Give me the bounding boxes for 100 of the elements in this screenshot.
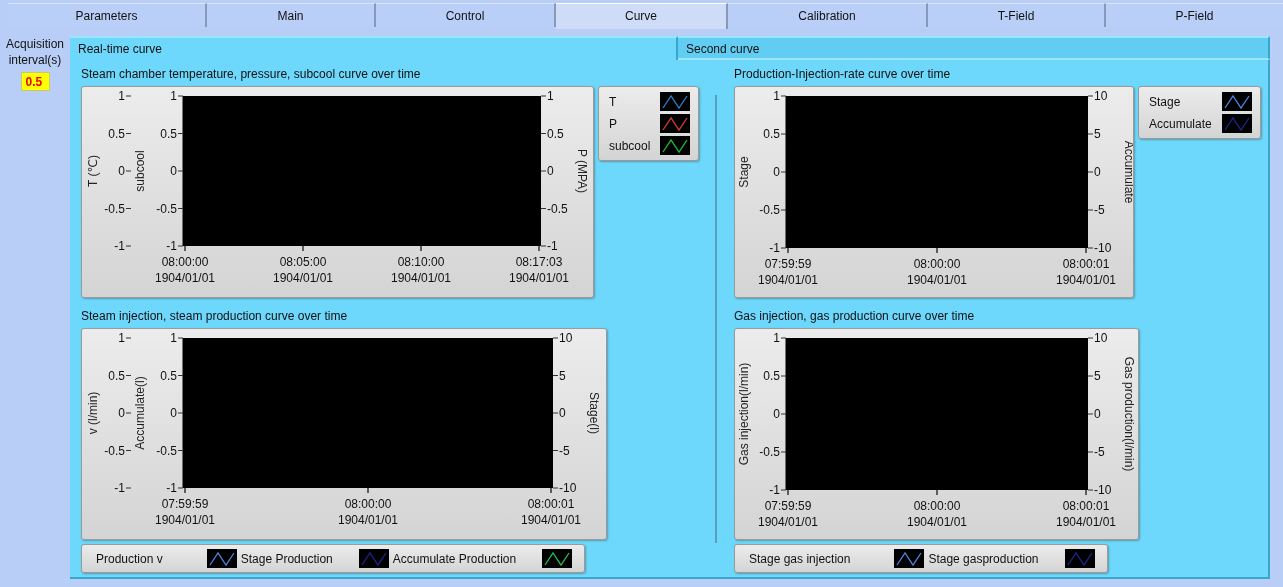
tick-label: 0.5	[160, 126, 177, 141]
tick-label: 1904/01/01	[757, 515, 819, 529]
tick-label: 5	[559, 368, 566, 383]
tick-label: 0.5	[108, 126, 125, 141]
legend-label: Accumulate	[1149, 116, 1212, 131]
line-sample-icon	[660, 136, 691, 155]
legend-label: Accumulate Production	[392, 551, 518, 566]
tab[interactable]: Calibration	[728, 3, 928, 27]
legend-label: Stage gas injection	[749, 551, 852, 566]
tab[interactable]: Main	[207, 3, 376, 27]
tick-label: -5	[559, 443, 570, 458]
graph-title: Production-Injection-rate curve over time	[734, 66, 951, 83]
tick-label: 08:00:00	[913, 257, 961, 271]
line-sample-icon	[1064, 549, 1095, 568]
axis-title: Stage(l)	[587, 392, 601, 434]
graph-title: Steam chamber temperature, pressure, subcool curve over time	[81, 66, 421, 83]
legend-label: Stage	[1149, 94, 1181, 109]
tick-label: 0	[1094, 165, 1101, 179]
tick-label: 1904/01/01	[520, 513, 582, 527]
line-sample-icon	[542, 549, 573, 568]
tick-label: 1	[170, 331, 177, 345]
tick-label: -0.5	[156, 201, 177, 216]
tick-label: 1	[118, 89, 125, 103]
tick-label: 1904/01/01	[508, 271, 570, 285]
tick-label: 0	[773, 165, 780, 179]
tick-label: 08:00:00	[344, 497, 392, 511]
line-sample-icon	[206, 549, 237, 568]
field-label: Acquisition interval(s)	[5, 36, 65, 68]
tick-label: 5	[1094, 127, 1101, 141]
tick-label: 08:10:00	[397, 255, 445, 269]
tick-label: 0.5	[160, 368, 177, 383]
tick-label: 0	[170, 164, 177, 178]
tick-label: 1	[118, 331, 125, 345]
axis-title: T (℃)	[86, 155, 100, 187]
tick-label: 08:00:01	[1062, 499, 1110, 513]
tick-label: 0	[118, 406, 125, 420]
tick-label: -0.5	[759, 203, 780, 217]
tick-label: -0.5	[104, 201, 125, 216]
tick-label: 1904/01/01	[906, 273, 968, 287]
axis-title: P (MPA)	[575, 148, 589, 194]
tick-label: 0.5	[108, 368, 125, 383]
tick-label: -1	[769, 241, 780, 255]
tick-label: 08:00:01	[1062, 257, 1110, 271]
tick-label: 1904/01/01	[337, 513, 399, 527]
tick-label: 1904/01/01	[757, 273, 819, 287]
axis-title: Accumulate	[1122, 140, 1133, 204]
line-sample-icon	[660, 92, 691, 111]
tick-label: -0.5	[156, 443, 177, 458]
tick-label: -0.5	[547, 201, 568, 216]
tab[interactable]: Parameters	[8, 3, 207, 27]
tick-label: 1	[773, 89, 780, 103]
tick-label: 1904/01/01	[272, 271, 334, 285]
tick-label: 08:00:00	[913, 499, 961, 513]
tick-label: -10	[1094, 241, 1112, 255]
tick-label: 1904/01/01	[154, 513, 216, 527]
tick-label: 08:00:00	[161, 255, 209, 269]
graph-title: Steam injection, steam production curve over time	[81, 308, 348, 325]
tick-label: 0.5	[547, 126, 564, 141]
axis-title: Stage	[737, 156, 751, 188]
tab[interactable]: Real-time curve	[70, 36, 678, 60]
tick-label: -10	[1094, 483, 1112, 497]
axis-title: v (l/min)	[86, 391, 100, 435]
tick-label: 08:17:03	[515, 255, 563, 269]
axis-title: Gas injection(l/min)	[737, 362, 751, 466]
tick-label: 1904/01/01	[390, 271, 452, 285]
tab[interactable]: T-Field	[928, 3, 1106, 27]
tick-label: -1	[114, 481, 125, 495]
legend-label: Stage Production	[240, 551, 334, 566]
legend-label: Stage gasproduction	[928, 551, 1040, 566]
input-field[interactable]: 0.5	[20, 72, 50, 91]
tick-label: 07:59:59	[764, 499, 812, 513]
line-sample-icon	[660, 114, 691, 133]
tab[interactable]: Second curve	[678, 36, 1270, 60]
tab[interactable]: Control	[376, 3, 556, 27]
tick-label: 1904/01/01	[1055, 273, 1117, 287]
tick-label: -10	[559, 481, 577, 495]
tick-label: 10	[1094, 331, 1108, 345]
tick-label: 07:59:59	[161, 497, 209, 511]
tick-label: -1	[166, 481, 177, 495]
tick-label: 0	[118, 164, 125, 178]
legend-label: subcool	[609, 138, 651, 153]
tick-label: -1	[114, 239, 125, 253]
tick-label: 1	[773, 331, 780, 345]
tick-label: 5	[1094, 369, 1101, 383]
tick-label: 0	[559, 406, 566, 420]
tick-label: 0	[773, 407, 780, 421]
line-sample-icon	[1221, 114, 1252, 133]
tick-label: 10	[559, 331, 573, 345]
tick-label: -1	[769, 483, 780, 497]
axis-title: Gas production(l/min)	[1122, 356, 1136, 472]
tick-label: -5	[1094, 445, 1105, 459]
tick-label: 1904/01/01	[906, 515, 968, 529]
tick-label: 08:05:00	[279, 255, 327, 269]
tick-label: 0	[547, 164, 554, 178]
tick-label: -5	[1094, 203, 1105, 217]
tick-label: 07:59:59	[764, 257, 812, 271]
graph-title: Gas injection, gas production curve over time	[734, 308, 975, 325]
tab[interactable]: Curve	[556, 3, 728, 29]
line-sample-icon	[894, 549, 925, 568]
tick-label: -0.5	[104, 443, 125, 458]
